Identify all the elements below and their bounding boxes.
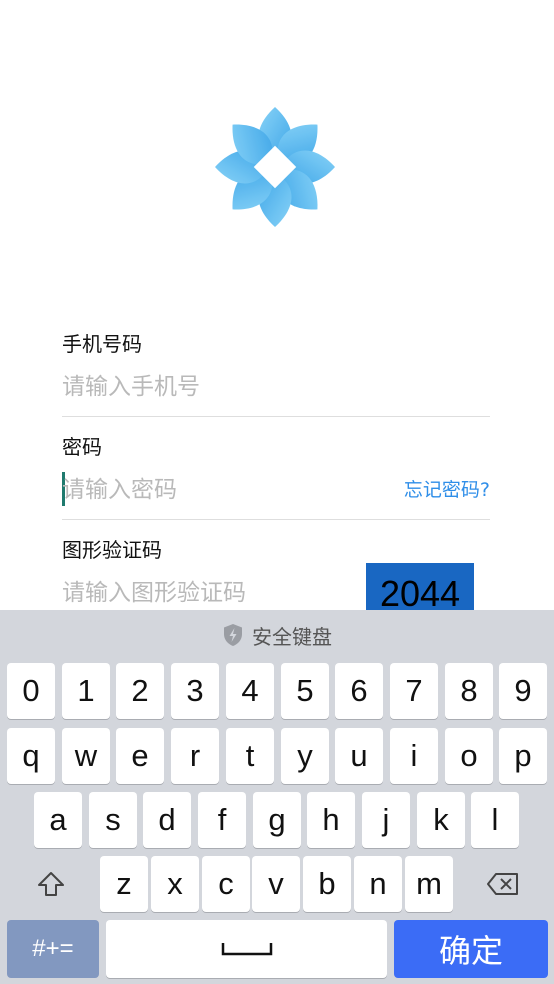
shift-key[interactable] bbox=[8, 856, 94, 912]
phone-divider bbox=[62, 416, 490, 417]
keyboard-title: 安全键盘 bbox=[0, 620, 554, 650]
key-s[interactable]: s bbox=[89, 792, 137, 848]
key-n[interactable]: n bbox=[354, 856, 402, 912]
key-b[interactable]: b bbox=[303, 856, 351, 912]
key-t[interactable]: t bbox=[226, 728, 274, 784]
key-z[interactable]: z bbox=[100, 856, 148, 912]
shield-icon bbox=[224, 624, 242, 646]
password-divider bbox=[62, 519, 490, 520]
key-o[interactable]: o bbox=[445, 728, 493, 784]
key-v[interactable]: v bbox=[252, 856, 300, 912]
key-4[interactable]: 4 bbox=[226, 663, 274, 719]
key-c[interactable]: c bbox=[202, 856, 250, 912]
key-5[interactable]: 5 bbox=[281, 663, 329, 719]
key-a[interactable]: a bbox=[34, 792, 82, 848]
captcha-label: 图形验证码 bbox=[62, 538, 162, 562]
key-u[interactable]: u bbox=[335, 728, 383, 784]
key-i[interactable]: i bbox=[390, 728, 438, 784]
key-l[interactable]: l bbox=[471, 792, 519, 848]
key-g[interactable]: g bbox=[253, 792, 301, 848]
secure-keyboard: 安全键盘 0 1 2 3 4 5 6 7 8 9 q w e r t y u i… bbox=[0, 610, 554, 984]
key-3[interactable]: 3 bbox=[171, 663, 219, 719]
phone-label: 手机号码 bbox=[62, 332, 142, 356]
key-1[interactable]: 1 bbox=[62, 663, 110, 719]
key-q[interactable]: q bbox=[7, 728, 55, 784]
captcha-input[interactable] bbox=[62, 578, 352, 608]
space-icon bbox=[221, 943, 272, 956]
backspace-icon bbox=[487, 873, 518, 895]
password-input[interactable] bbox=[62, 475, 382, 505]
forgot-password-link[interactable]: 忘记密码? bbox=[404, 478, 490, 502]
space-key[interactable] bbox=[106, 920, 387, 978]
backspace-key[interactable] bbox=[460, 856, 546, 912]
key-m[interactable]: m bbox=[405, 856, 453, 912]
key-9[interactable]: 9 bbox=[499, 663, 547, 719]
symbols-key[interactable]: #+= bbox=[7, 920, 99, 978]
phone-input[interactable] bbox=[62, 372, 490, 402]
key-e[interactable]: e bbox=[116, 728, 164, 784]
password-label: 密码 bbox=[62, 435, 102, 459]
key-8[interactable]: 8 bbox=[445, 663, 493, 719]
key-j[interactable]: j bbox=[362, 792, 410, 848]
confirm-key[interactable]: 确定 bbox=[394, 920, 548, 978]
key-k[interactable]: k bbox=[417, 792, 465, 848]
key-d[interactable]: d bbox=[143, 792, 191, 848]
key-x[interactable]: x bbox=[151, 856, 199, 912]
keyboard-title-text: 安全键盘 bbox=[252, 624, 332, 649]
shift-icon bbox=[38, 872, 64, 896]
key-2[interactable]: 2 bbox=[116, 663, 164, 719]
key-0[interactable]: 0 bbox=[7, 663, 55, 719]
key-p[interactable]: p bbox=[499, 728, 547, 784]
key-6[interactable]: 6 bbox=[335, 663, 383, 719]
app-logo-icon bbox=[215, 107, 335, 227]
key-f[interactable]: f bbox=[198, 792, 246, 848]
key-h[interactable]: h bbox=[307, 792, 355, 848]
key-r[interactable]: r bbox=[171, 728, 219, 784]
key-w[interactable]: w bbox=[62, 728, 110, 784]
key-7[interactable]: 7 bbox=[390, 663, 438, 719]
key-y[interactable]: y bbox=[281, 728, 329, 784]
